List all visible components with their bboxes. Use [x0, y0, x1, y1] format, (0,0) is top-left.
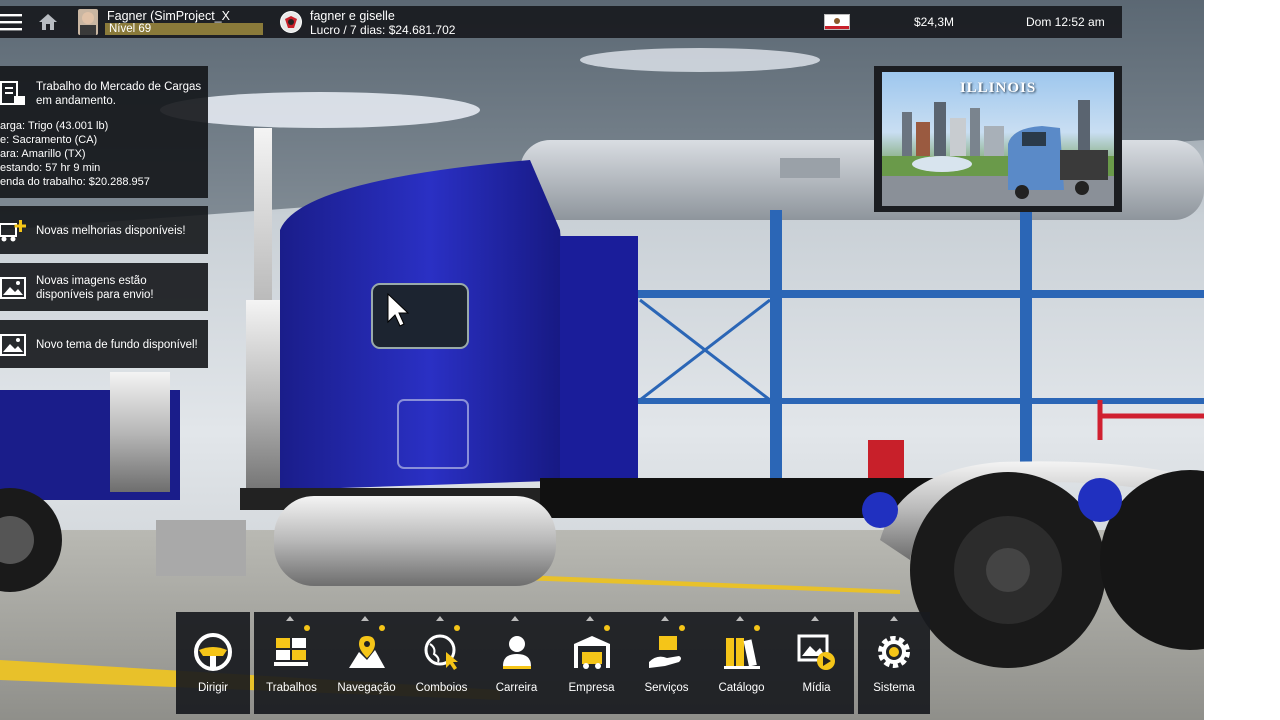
navigation-label: Navegação — [337, 682, 396, 694]
media-button[interactable]: Mídia — [779, 612, 854, 714]
company-label: Empresa — [568, 682, 615, 694]
cargo-boxes-icon — [274, 638, 308, 666]
job-in-progress-panel[interactable]: Trabalho do Mercado de Cargas em andamen… — [0, 66, 208, 198]
job-to-label: ara: — [0, 148, 19, 160]
company-name[interactable]: fagner e giselle — [310, 9, 395, 23]
truck-upgrade-icon — [0, 220, 26, 242]
media-label: Mídia — [802, 682, 831, 694]
top-status-bar: Fagner (SimProject_X Nível 69 fagner e g… — [0, 6, 1122, 38]
job-title-line2: em andamento. — [36, 95, 116, 107]
job-remaining-value: 57 hr 9 min — [45, 162, 101, 174]
letterbox-bar — [1204, 0, 1280, 720]
chevron-up-icon — [361, 616, 369, 621]
notification-images-line1: Novas imagens estão — [36, 275, 147, 287]
job-income-value: $20.288.957 — [88, 176, 150, 188]
notification-background-text: Novo tema de fundo disponível! — [36, 339, 198, 351]
chevron-up-icon — [661, 616, 669, 621]
notification-background-theme[interactable]: Novo tema de fundo disponível! — [0, 320, 208, 368]
cargo-job-icon — [0, 81, 25, 105]
notification-images[interactable]: Novas imagens estão disponíveis para env… — [0, 263, 208, 311]
notification-upgrades-text: Novas melhorias disponíveis! — [36, 225, 186, 237]
steering-wheel-icon — [194, 633, 232, 671]
money-balance: $24,3M — [914, 15, 955, 29]
menu-icon[interactable] — [0, 12, 22, 32]
player-name[interactable]: Fagner (SimProject_X — [107, 9, 230, 23]
toolbar-system-group: Sistema — [858, 612, 930, 714]
notification-dot — [304, 625, 310, 631]
jobs-label: Trabalhos — [266, 682, 317, 694]
job-from-row: e: Sacramento (CA) — [0, 134, 97, 146]
job-cargo-label: arga: — [0, 120, 26, 132]
notification-dot — [454, 625, 460, 631]
region-dlc-card[interactable]: ILLINOIS — [874, 66, 1122, 212]
player-avatar[interactable] — [78, 9, 98, 35]
career-button[interactable]: Carreira — [479, 612, 554, 714]
chevron-up-icon — [736, 616, 744, 621]
catalog-label: Catálogo — [718, 682, 765, 694]
job-from-label: e: — [0, 134, 10, 146]
person-icon — [503, 636, 531, 669]
chevron-up-icon — [811, 616, 819, 621]
jobs-button[interactable]: Trabalhos — [254, 612, 329, 714]
catalog-button[interactable]: Catálogo — [704, 612, 779, 714]
home-icon[interactable] — [38, 13, 58, 31]
toolbar-drive-group: Dirigir — [176, 612, 250, 714]
chevron-up-icon — [436, 616, 444, 621]
wallpaper-icon — [0, 334, 26, 356]
map-pin-icon — [349, 636, 385, 668]
books-catalog-icon — [724, 638, 760, 669]
job-to-row: ara: Amarillo (TX) — [0, 148, 86, 160]
image-icon — [0, 277, 26, 299]
handshake-service-icon — [649, 636, 681, 668]
drive-button[interactable]: Dirigir — [176, 612, 250, 714]
company-logo-icon[interactable] — [280, 11, 302, 33]
toolbar-main-group: Trabalhos Navegação Comboios Carreira Em… — [254, 612, 854, 714]
notification-dot — [679, 625, 685, 631]
services-label: Serviços — [644, 682, 689, 694]
gear-icon — [878, 636, 910, 668]
job-income-label: enda do trabalho: — [0, 176, 86, 188]
job-to-value: Amarillo (TX) — [21, 148, 86, 160]
company-profit: Lucro / 7 dias: $24.681.702 — [310, 23, 456, 37]
career-label: Carreira — [495, 682, 538, 694]
convoys-label: Comboios — [415, 682, 468, 694]
system-label: Sistema — [873, 682, 915, 694]
globe-cursor-icon — [424, 634, 458, 670]
notification-upgrades[interactable]: Novas melhorias disponíveis! — [0, 206, 208, 254]
game-clock: Dom 12:52 am — [1026, 15, 1105, 29]
media-play-icon — [797, 634, 835, 670]
navigation-button[interactable]: Navegação — [329, 612, 404, 714]
chevron-up-icon — [511, 616, 519, 621]
services-button[interactable]: Serviços — [629, 612, 704, 714]
job-cargo-value: Trigo (43.001 lb) — [27, 120, 109, 132]
chevron-up-icon — [586, 616, 594, 621]
player-level-badge: Nível 69 — [105, 23, 263, 35]
notification-images-line2: disponíveis para envio! — [36, 289, 154, 301]
chevron-up-icon — [286, 616, 294, 621]
company-button[interactable]: Empresa — [554, 612, 629, 714]
job-from-value: Sacramento (CA) — [12, 134, 98, 146]
system-button[interactable]: Sistema — [858, 612, 930, 714]
notification-dot — [754, 625, 760, 631]
job-title-line1: Trabalho do Mercado de Cargas — [36, 81, 202, 93]
region-title: ILLINOIS — [959, 80, 1037, 96]
notification-dot — [379, 625, 385, 631]
job-cargo-row: arga: Trigo (43.001 lb) — [0, 120, 108, 132]
notification-dot — [604, 625, 610, 631]
drive-label: Dirigir — [197, 682, 229, 694]
job-income-row: enda do trabalho: $20.288.957 — [0, 176, 150, 188]
job-remaining-label: estando: — [0, 162, 43, 174]
chevron-up-icon — [890, 616, 898, 621]
convoys-button[interactable]: Comboios — [404, 612, 479, 714]
california-flag-icon — [824, 14, 850, 30]
job-remaining-row: estando: 57 hr 9 min — [0, 162, 100, 174]
region-image: ILLINOIS — [882, 72, 1114, 206]
garage-truck-icon — [574, 636, 610, 669]
